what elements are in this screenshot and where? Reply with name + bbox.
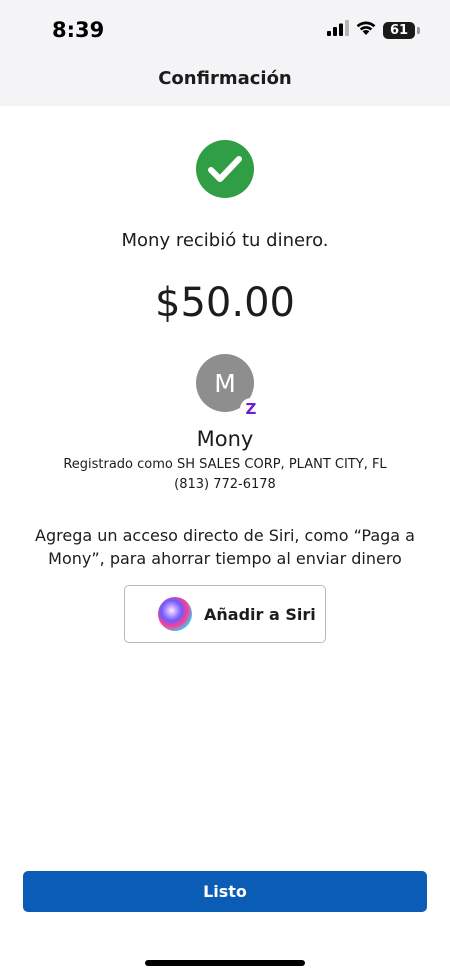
status-icons: 61 (327, 19, 420, 41)
siri-icon (158, 597, 192, 631)
battery-cap (417, 26, 420, 34)
add-to-siri-label: Añadir a Siri (204, 604, 316, 624)
recipient-registration: Registrado como SH SALES CORP, PLANT CIT… (63, 457, 387, 472)
done-button[interactable]: Listo (23, 871, 427, 912)
zelle-icon: Z (240, 398, 262, 420)
status-time: 8:39 (52, 18, 105, 42)
done-label: Listo (203, 882, 247, 901)
add-to-siri-button[interactable]: Añadir a Siri (124, 585, 326, 643)
avatar-initial: M (214, 368, 236, 398)
cellular-signal-icon (327, 19, 349, 41)
status-bar: 8:39 61 (0, 0, 450, 58)
success-check-icon (196, 140, 254, 198)
zelle-badge-letter: Z (245, 400, 257, 418)
battery-icon: 61 (383, 21, 415, 39)
home-indicator[interactable] (145, 960, 305, 966)
wifi-icon (355, 19, 377, 41)
battery-level: 61 (389, 22, 409, 38)
amount: $50.00 (155, 280, 295, 326)
siri-prompt: Agrega un acceso directo de Siri, como “… (35, 526, 415, 568)
confirmation-message: Mony recibió tu dinero. (121, 230, 329, 251)
recipient-phone: (813) 772-6178 (174, 477, 276, 492)
page-title: Confirmación (158, 68, 292, 89)
recipient-name: Mony (196, 427, 254, 451)
